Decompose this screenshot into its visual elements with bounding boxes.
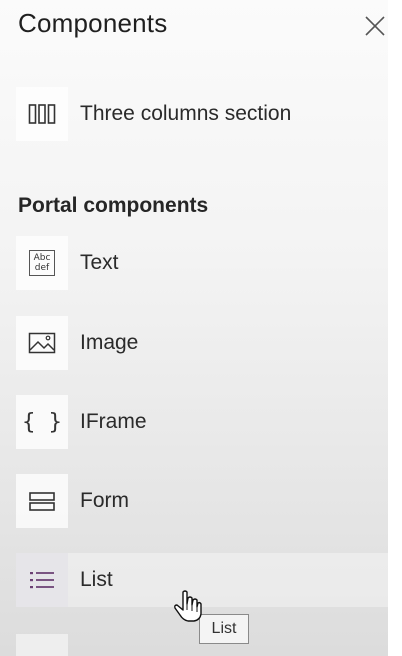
close-icon: [365, 16, 385, 36]
components-panel: Components Three columns section Portal …: [0, 0, 388, 656]
hand-cursor-icon: [174, 590, 202, 622]
component-three-columns-section[interactable]: Three columns section: [16, 87, 388, 141]
component-label: Image: [80, 331, 139, 354]
section-title-portal-components: Portal components: [18, 194, 209, 217]
component-iframe[interactable]: { } IFrame: [16, 395, 388, 449]
icon-text-bottom: def: [34, 263, 50, 273]
next-item-icon-box: [16, 634, 68, 656]
image-icon: [16, 316, 68, 370]
close-button[interactable]: [362, 13, 388, 39]
list-icon: [16, 553, 68, 607]
braces-icon: { }: [16, 395, 68, 449]
tooltip: List: [199, 614, 249, 644]
panel-title: Components: [18, 8, 168, 38]
text-abc-def-icon: Abc def: [16, 236, 68, 290]
component-label: IFrame: [80, 410, 147, 433]
component-form[interactable]: Form: [16, 474, 388, 528]
component-label: List: [80, 568, 113, 591]
component-text[interactable]: Abc def Text: [16, 236, 388, 290]
component-label: Form: [80, 489, 129, 512]
component-label: Text: [80, 251, 119, 274]
component-image[interactable]: Image: [16, 316, 388, 370]
form-icon: [16, 474, 68, 528]
icon-text-top: Abc: [33, 253, 51, 263]
braces-glyph: { }: [22, 409, 62, 435]
panel-edge: [388, 0, 402, 656]
component-label: Three columns section: [80, 102, 292, 125]
three-columns-icon: [16, 87, 68, 141]
